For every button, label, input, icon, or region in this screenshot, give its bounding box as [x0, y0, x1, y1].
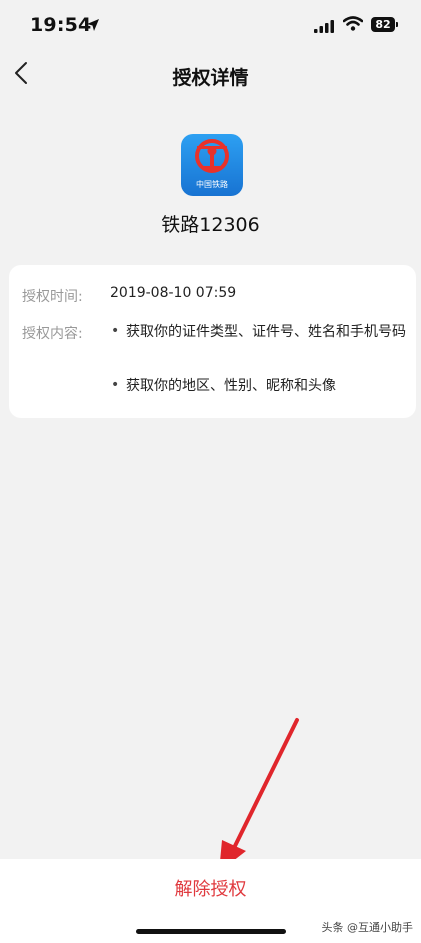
bottom-action-bar: 解除授权 头条 @互通小助手 — [0, 859, 421, 943]
app-name: 铁路12306 — [161, 214, 260, 236]
status-time: 19:54 — [30, 14, 92, 36]
wifi-icon — [342, 16, 364, 35]
home-indicator[interactable] — [136, 929, 286, 934]
content-label: 授权内容: — [22, 326, 83, 342]
page-title: 授权详情 — [172, 67, 249, 89]
location-arrow-icon — [86, 17, 100, 36]
bullet-dot: • — [111, 323, 120, 339]
battery-nub — [396, 22, 398, 27]
permission-item: 获取你的证件类型、证件号、姓名和手机号码 — [126, 324, 406, 340]
time-label: 授权时间: — [22, 289, 83, 305]
railway-logo-icon — [195, 139, 229, 173]
app-icon: 中国铁路 — [181, 134, 243, 196]
authorization-card: 授权时间: 2019-08-10 07:59 授权内容: • 获取你的证件类型、… — [9, 265, 416, 418]
watermark-text: 头条 @互通小助手 — [321, 921, 414, 934]
bullet-dot: • — [111, 377, 120, 393]
time-value: 2019-08-10 07:59 — [110, 285, 237, 301]
cellular-signal-icon — [314, 18, 334, 37]
revoke-authorization-button[interactable]: 解除授权 — [0, 875, 421, 901]
permission-item: 获取你的地区、性别、昵称和头像 — [126, 378, 336, 394]
nav-bar: 授权详情 — [0, 50, 421, 100]
status-bar: 19:54 82 — [0, 0, 421, 50]
app-icon-label: 中国铁路 — [196, 180, 228, 189]
battery-indicator: 82 — [371, 17, 395, 32]
